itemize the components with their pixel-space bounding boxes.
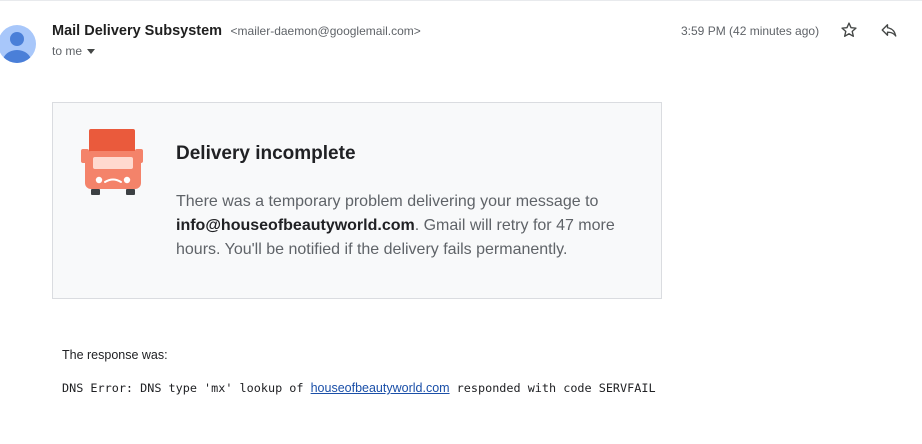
star-icon (840, 21, 858, 44)
dns-error-prefix: DNS Error: DNS type 'mx' lookup of (62, 381, 311, 395)
domain-link[interactable]: houseofbeautyworld.com (311, 381, 450, 395)
recipient-label: to me (52, 44, 83, 58)
card-message-prefix: There was a temporary problem delivering… (176, 193, 599, 210)
sender-name[interactable]: Mail Delivery Subsystem (52, 23, 222, 39)
top-divider (0, 0, 922, 1)
response-label: The response was: (62, 348, 168, 362)
card-title: Delivery incomplete (176, 143, 356, 164)
reply-icon (880, 21, 898, 44)
dns-error-suffix: responded with code SERVFAIL (449, 381, 656, 395)
timestamp: 3:59 PM (42 minutes ago) (681, 24, 820, 38)
card-message: There was a temporary problem delivering… (176, 190, 626, 262)
sender-line: Mail Delivery Subsystem <mailer-daemon@g… (52, 22, 421, 40)
sender-email: <mailer-daemon@googlemail.com> (230, 24, 421, 38)
email-view: Mail Delivery Subsystem <mailer-daemon@g… (0, 0, 922, 444)
dns-error-text: DNS Error: DNS type 'mx' lookup of house… (62, 381, 656, 395)
reply-button[interactable] (877, 20, 901, 44)
delivery-status-card: Delivery incomplete There was a temporar… (52, 102, 662, 299)
caret-down-icon (87, 49, 96, 55)
star-button[interactable] (837, 20, 861, 44)
delivery-truck-icon (79, 129, 147, 199)
recipient-details-toggle[interactable]: to me (52, 44, 96, 58)
avatar-icon[interactable] (0, 25, 38, 63)
recipient-address: info@houseofbeautyworld.com (176, 217, 415, 234)
